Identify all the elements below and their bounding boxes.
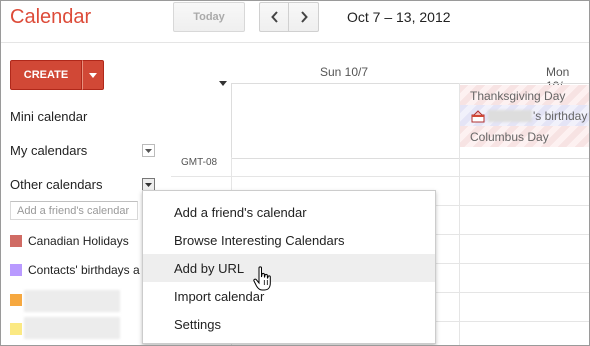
calendar-color-swatch [10,235,22,247]
event-title: Columbus Day [470,129,549,144]
event-title: Thanksgiving Day [470,88,566,103]
menu-item-browse-interesting-calendars[interactable]: Browse Interesting Calendars [143,226,435,254]
all-day-event[interactable]: 's birthday [460,105,589,126]
my-calendars-toggle[interactable]: My calendars [10,143,87,158]
redacted-calendar-name [24,317,120,339]
my-calendars-menu-button[interactable] [142,144,155,157]
calendar-color-swatch [10,264,22,276]
create-button-group: CREATE [10,60,104,90]
app-logo[interactable]: Calendar [10,6,91,29]
calendar-list-item[interactable]: Contacts' birthdays a [10,263,140,277]
calendar-list-item[interactable]: Canadian Holidays [10,234,129,248]
other-calendars-toggle[interactable]: Other calendars [10,177,103,192]
create-dropdown-button[interactable] [82,60,104,90]
other-calendars-menu: Add a friend's calendar Browse Interesti… [142,190,436,344]
calendar-color-swatch [10,294,22,306]
previous-period-button[interactable] [259,2,290,32]
create-button[interactable]: CREATE [10,60,82,90]
chevron-right-icon [300,11,308,23]
redacted-contact-name [488,109,532,122]
calendar-name: Contacts' birthdays a [28,263,140,277]
header-divider [1,42,589,43]
calendar-window: Calendar Today Oct 7 – 13, 2012 CREATE M… [0,0,590,346]
calendar-name: Canadian Holidays [28,234,129,248]
hand-pointer-icon [253,266,271,291]
day-header-sun[interactable]: Sun 10/7 [320,65,368,79]
next-period-button[interactable] [288,2,319,32]
event-title: 's birthday [533,108,588,123]
hour-line [171,176,589,177]
menu-item-add-by-url[interactable]: Add by URL [143,254,435,282]
date-range-label: Oct 7 – 13, 2012 [347,9,451,25]
caret-down-icon [145,182,152,187]
mini-calendar-toggle[interactable]: Mini calendar [10,109,87,124]
menu-item-add-friend-calendar[interactable]: Add a friend's calendar [143,198,435,226]
all-day-event[interactable]: Thanksgiving Day [460,85,589,106]
menu-item-import-calendar[interactable]: Import calendar [143,282,435,310]
redacted-calendar-name [24,290,120,312]
collapse-allday-icon[interactable] [219,81,227,86]
calendar-color-swatch [10,323,22,335]
caret-down-icon [145,148,152,153]
all-day-event[interactable]: Columbus Day [460,126,589,147]
caret-down-icon [89,72,97,78]
birthday-cake-icon [471,109,485,122]
timezone-label: GMT-08 [181,157,218,168]
chevron-left-icon [270,11,278,23]
menu-item-settings[interactable]: Settings [143,310,435,338]
add-friend-calendar-input[interactable] [10,201,138,220]
today-button[interactable]: Today [173,2,245,32]
